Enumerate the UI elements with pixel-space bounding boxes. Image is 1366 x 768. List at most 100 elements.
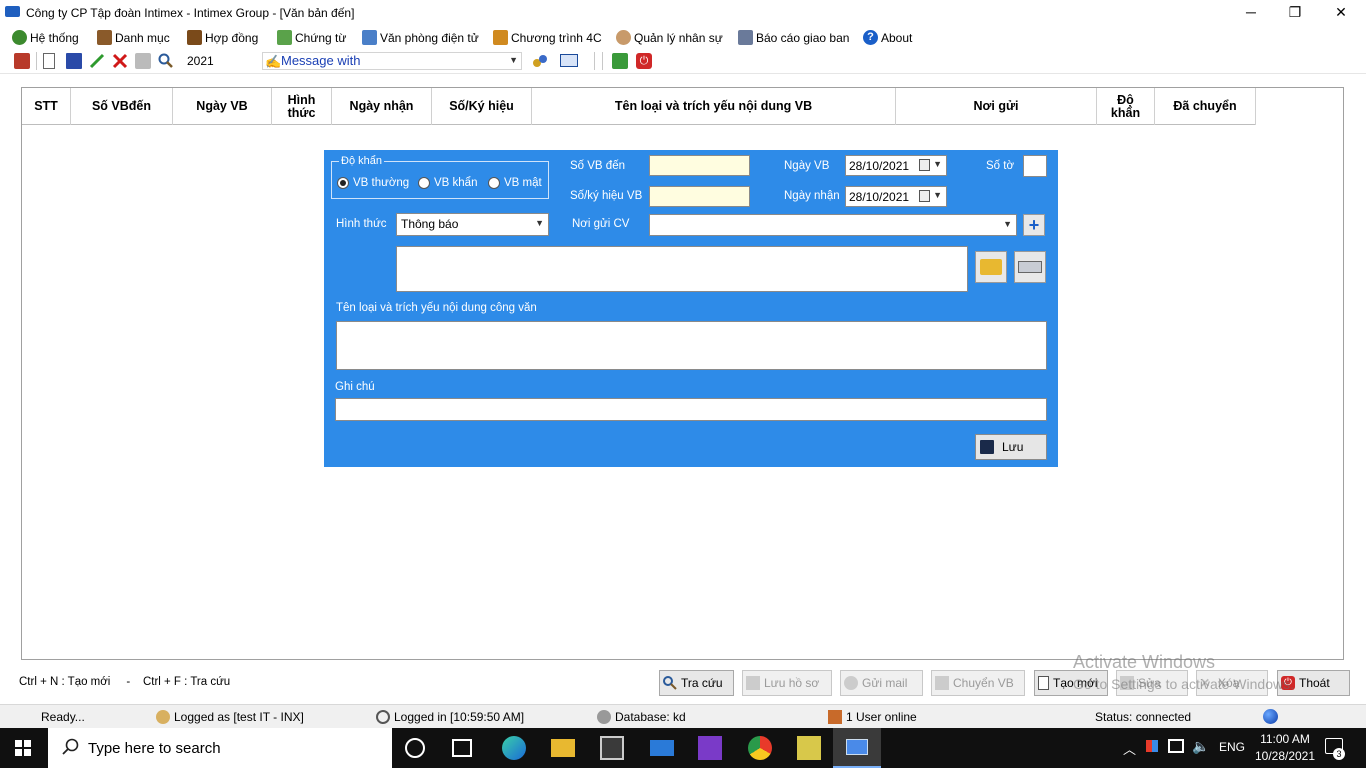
col-trich-yeu[interactable]: Tên loại và trích yếu nội dung VB [532, 88, 896, 125]
cortana-icon[interactable] [405, 738, 425, 758]
save-label: Lưu [1002, 440, 1024, 454]
office-icon [362, 30, 377, 45]
menu-hop-dong[interactable]: Hợp đồng [187, 29, 258, 46]
status-connection: Status: connected [1095, 710, 1192, 724]
store-icon[interactable] [600, 736, 624, 760]
message-icon: ✍ [265, 54, 282, 69]
scan-button[interactable] [1014, 251, 1046, 283]
mail-icon[interactable] [650, 740, 674, 756]
col-noi-gui[interactable]: Nơi gửi [896, 88, 1097, 125]
close-button[interactable]: ✕ [1326, 4, 1356, 22]
chevron-down-icon: ▼ [1003, 219, 1012, 229]
network-icon[interactable] [1168, 739, 1184, 753]
col-so-ky-hieu[interactable]: Số/Ký hiệu [432, 88, 532, 125]
so-ky-hieu-field[interactable] [649, 186, 750, 207]
active-app-tile[interactable] [833, 728, 881, 768]
menu-danh-muc[interactable]: Danh mục [97, 29, 170, 46]
taskbar-search[interactable]: Type here to search [48, 728, 392, 768]
new-document-icon[interactable] [43, 53, 55, 69]
col-ngay-vb[interactable]: Ngày VB [173, 88, 272, 125]
help-icon: ? [863, 30, 878, 45]
chevron-down-icon: ▼ [933, 159, 942, 169]
clock-date[interactable]: 10/28/2021 [1250, 749, 1320, 763]
hinh-thuc-label: Hình thức [336, 218, 387, 230]
col-ngay-nhan[interactable]: Ngày nhận [332, 88, 432, 125]
luu-ho-so-button[interactable]: Lưu hồ sơ [742, 670, 832, 696]
ghi-chu-field[interactable] [335, 398, 1047, 421]
delete-icon[interactable] [112, 53, 128, 69]
noi-gui-label: Nơi gửi CV [572, 218, 630, 230]
notification-count: 3 [1333, 748, 1345, 760]
menu-about[interactable]: ? About [863, 29, 912, 46]
start-button[interactable] [15, 740, 31, 756]
radio-vb-mat[interactable]: VB mật [488, 177, 542, 189]
user-online-icon [828, 710, 842, 724]
report-icon [738, 30, 753, 45]
print-icon[interactable] [135, 53, 151, 69]
year-field[interactable] [183, 51, 253, 70]
ngay-nhan-datepicker[interactable]: 28/10/2021 ▼ [845, 186, 947, 207]
clock-time[interactable]: 11:00 AM [1254, 732, 1316, 746]
trich-yeu-label: Tên loại và trích yếu nội dung công văn [336, 302, 537, 314]
volume-icon[interactable]: 🔈 [1192, 738, 1209, 755]
hinh-thuc-select[interactable]: Thông báo ▼ [396, 213, 549, 236]
power-icon[interactable]: ⏻ [636, 53, 652, 69]
add-sender-button[interactable]: + [1023, 214, 1045, 236]
message-combo[interactable]: ✍ Message with ▼ [262, 52, 522, 70]
gui-mail-button[interactable]: Gửi mail [840, 670, 923, 696]
attach-folder-button[interactable] [975, 251, 1007, 283]
minimize-button[interactable]: ─ [1236, 4, 1266, 22]
col-so-vb-den[interactable]: Số VBđến [71, 88, 173, 125]
users-icon [156, 710, 170, 724]
menu-chung-tu[interactable]: Chứng từ [277, 29, 346, 46]
trich-yeu-textarea[interactable] [336, 321, 1047, 370]
database-icon [597, 710, 611, 724]
menu-label: Danh mục [115, 30, 170, 45]
edge-icon[interactable] [502, 736, 526, 760]
col-stt[interactable]: STT [22, 88, 71, 125]
menu-quan-ly-nhan-su[interactable]: Quản lý nhân sự [616, 29, 723, 46]
program-icon [493, 30, 508, 45]
message-label: Message with [281, 53, 361, 68]
chrome-icon[interactable] [748, 736, 772, 760]
chevron-up-icon[interactable]: ︿ [1123, 739, 1136, 758]
link-icon[interactable] [532, 53, 548, 69]
window-title: Công ty CP Tập đoàn Intimex - Intimex Gr… [26, 6, 355, 20]
radio-vb-thuong[interactable]: VB thường [337, 177, 409, 189]
so-to-field[interactable] [1023, 155, 1047, 177]
menu-van-phong-dien-tu[interactable]: Văn phòng điện tử [362, 29, 479, 46]
save-button[interactable]: Lưu [975, 434, 1047, 460]
save-icon[interactable] [66, 53, 82, 69]
ngay-vb-datepicker[interactable]: 28/10/2021 ▼ [845, 155, 947, 176]
status-database: Database: kd [597, 710, 686, 724]
col-do-khan[interactable]: Độ khẩn [1097, 88, 1155, 125]
window-icon[interactable] [560, 54, 578, 67]
urgency-group: Độ khẩn VB thường VB khẩn VB mật [331, 155, 549, 199]
menu-he-thong[interactable]: Hệ thống [12, 29, 79, 46]
app-icon[interactable] [797, 736, 821, 760]
chuyen-vb-button[interactable]: Chuyển VB [931, 670, 1025, 696]
chevron-down-icon: ▼ [535, 218, 544, 228]
noi-gui-select[interactable]: ▼ [649, 214, 1017, 236]
so-vb-den-field[interactable] [649, 155, 750, 176]
restore-button[interactable]: ❐ [1280, 4, 1310, 22]
noi-gui-detail-field[interactable] [396, 246, 968, 292]
task-view-icon[interactable] [452, 739, 472, 757]
language-indicator[interactable]: ENG [1219, 740, 1245, 754]
book-icon[interactable] [14, 53, 30, 69]
radio-vb-khan[interactable]: VB khẩn [418, 177, 477, 189]
menu-label: Hợp đồng [205, 30, 259, 45]
menu-chuong-trinh-4c[interactable]: Chương trình 4C [493, 29, 602, 46]
ngay-vb-label: Ngày VB [784, 160, 830, 172]
menu-bao-cao-giao-ban[interactable]: Báo cáo giao ban [738, 29, 849, 46]
tray-app-icon[interactable] [1146, 740, 1158, 752]
col-hinh-thuc[interactable]: Hình thức [272, 88, 332, 125]
windows-taskbar: Type here to search ︿ 🔈 ENG 11:00 AM 10/… [0, 728, 1366, 768]
col-da-chuyen[interactable]: Đã chuyển [1155, 88, 1256, 125]
search-icon[interactable] [158, 53, 174, 69]
visual-studio-icon[interactable] [698, 736, 722, 760]
edit-pencil-icon[interactable] [89, 53, 105, 69]
tra-cuu-button[interactable]: Tra cứu [659, 670, 734, 696]
exit-door-icon[interactable] [612, 53, 628, 69]
file-explorer-icon[interactable] [551, 739, 575, 757]
